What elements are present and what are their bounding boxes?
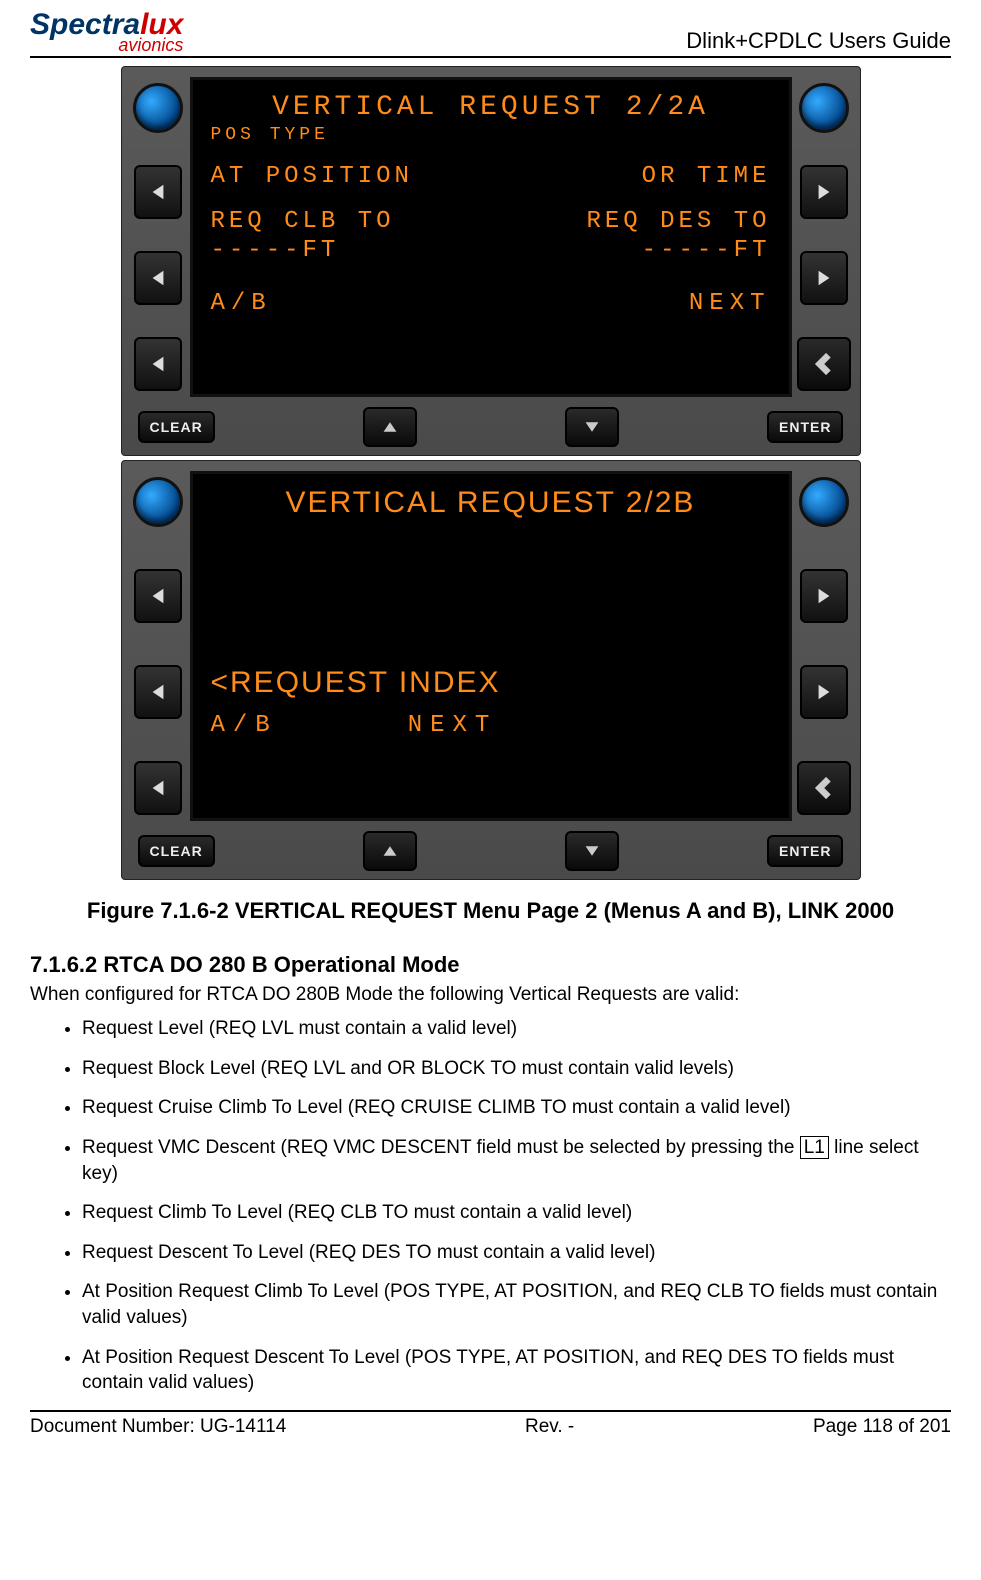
row-req-values: -----FT -----FT — [211, 237, 771, 264]
mcdu-screen-a: VERTICAL REQUEST 2/2A POS TYPE AT POSITI… — [190, 77, 792, 397]
chevron-left-b-icon[interactable] — [797, 761, 851, 815]
bullet-list: Request Level (REQ LVL must contain a va… — [30, 1016, 951, 1396]
lsk-l2[interactable] — [134, 251, 182, 305]
lsk-l1-b[interactable] — [134, 569, 182, 623]
or-time-label: OR TIME — [642, 163, 771, 190]
left-keys-a — [128, 73, 188, 401]
knob-top-left-b-icon[interactable] — [133, 477, 183, 527]
knob-top-right-b-icon[interactable] — [799, 477, 849, 527]
revision: Rev. - — [525, 1416, 574, 1438]
nav-up-button-a[interactable] — [363, 407, 417, 447]
rsk-r1-b[interactable] — [800, 569, 848, 623]
req-des-value: -----FT — [642, 237, 771, 264]
row-req-labels: REQ CLB TO REQ DES TO — [211, 208, 771, 235]
brand-logo: Spectralux avionics — [30, 10, 183, 54]
section-intro: When configured for RTCA DO 280B Mode th… — [30, 984, 951, 1006]
knob-top-right-icon[interactable] — [799, 83, 849, 133]
rsk-r1[interactable] — [800, 165, 848, 219]
list-item: At Position Request Climb To Level (POS … — [82, 1279, 951, 1330]
next-label-a: NEXT — [689, 290, 771, 317]
list-item: Request Cruise Climb To Level (REQ CRUIS… — [82, 1095, 951, 1121]
rsk-r2-b[interactable] — [800, 665, 848, 719]
l1-key-box: L1 — [800, 1136, 829, 1159]
row-ab-next-a: A/B NEXT — [211, 290, 771, 317]
nav-down-button-b[interactable] — [565, 831, 619, 871]
page-number: Page 118 of 201 — [813, 1416, 951, 1438]
page-header: Spectralux avionics Dlink+CPDLC Users Gu… — [30, 10, 951, 58]
lsk-l3[interactable] — [134, 337, 182, 391]
section-heading: 7.1.6.2 RTCA DO 280 B Operational Mode — [30, 952, 951, 978]
rsk-r2[interactable] — [800, 251, 848, 305]
clear-button-a[interactable]: CLEAR — [138, 411, 215, 443]
req-clb-value: -----FT — [211, 237, 340, 264]
ab-label-a: A/B — [211, 290, 272, 317]
chevron-left-icon[interactable] — [797, 337, 851, 391]
ab-label-b: A/B — [211, 712, 278, 739]
right-keys-a — [794, 73, 854, 401]
list-item: Request Descent To Level (REQ DES TO mus… — [82, 1240, 951, 1266]
knob-top-left-icon[interactable] — [133, 83, 183, 133]
list-item: At Position Request Descent To Level (PO… — [82, 1345, 951, 1396]
lsk-l2-b[interactable] — [134, 665, 182, 719]
document-title: Dlink+CPDLC Users Guide — [686, 28, 951, 54]
figure-caption: Figure 7.1.6-2 VERTICAL REQUEST Menu Pag… — [30, 898, 951, 924]
req-clb-label: REQ CLB TO — [211, 208, 395, 235]
list-item: Request VMC Descent (REQ VMC DESCENT fie… — [82, 1135, 951, 1186]
enter-button-a[interactable]: ENTER — [767, 411, 843, 443]
row-ab-next-b: A/B NEXT — [211, 712, 771, 739]
row-at-position: AT POSITION OR TIME — [211, 163, 771, 190]
screen-title-a: VERTICAL REQUEST 2/2A — [211, 92, 771, 123]
left-keys-b — [128, 467, 188, 825]
screen-title-b: VERTICAL REQUEST 2/2B — [211, 486, 771, 520]
enter-button-b[interactable]: ENTER — [767, 835, 843, 867]
list-item: Request Climb To Level (REQ CLB TO must … — [82, 1200, 951, 1226]
clear-button-b[interactable]: CLEAR — [138, 835, 215, 867]
list-item: Request Block Level (REQ LVL and OR BLOC… — [82, 1056, 951, 1082]
next-label-b: NEXT — [408, 712, 498, 739]
page-footer: Document Number: UG-14114 Rev. - Page 11… — [30, 1410, 951, 1438]
req-des-label: REQ DES TO — [586, 208, 770, 235]
request-index-label: <REQUEST INDEX — [211, 666, 771, 700]
right-keys-b — [794, 467, 854, 825]
nav-up-button-b[interactable] — [363, 831, 417, 871]
nav-down-button-a[interactable] — [565, 407, 619, 447]
mcdu-panel-b: VERTICAL REQUEST 2/2B <REQUEST INDEX A/B… — [121, 460, 861, 880]
doc-number: Document Number: UG-14114 — [30, 1416, 286, 1438]
list-item: Request Level (REQ LVL must contain a va… — [82, 1016, 951, 1042]
lsk-l3-b[interactable] — [134, 761, 182, 815]
mcdu-screen-b: VERTICAL REQUEST 2/2B <REQUEST INDEX A/B… — [190, 471, 792, 821]
lsk-l1[interactable] — [134, 165, 182, 219]
at-position-label: AT POSITION — [211, 163, 413, 190]
pos-type-label: POS TYPE — [211, 125, 771, 145]
mcdu-panel-a: VERTICAL REQUEST 2/2A POS TYPE AT POSITI… — [121, 66, 861, 456]
logo-subtext: avionics — [30, 36, 183, 54]
